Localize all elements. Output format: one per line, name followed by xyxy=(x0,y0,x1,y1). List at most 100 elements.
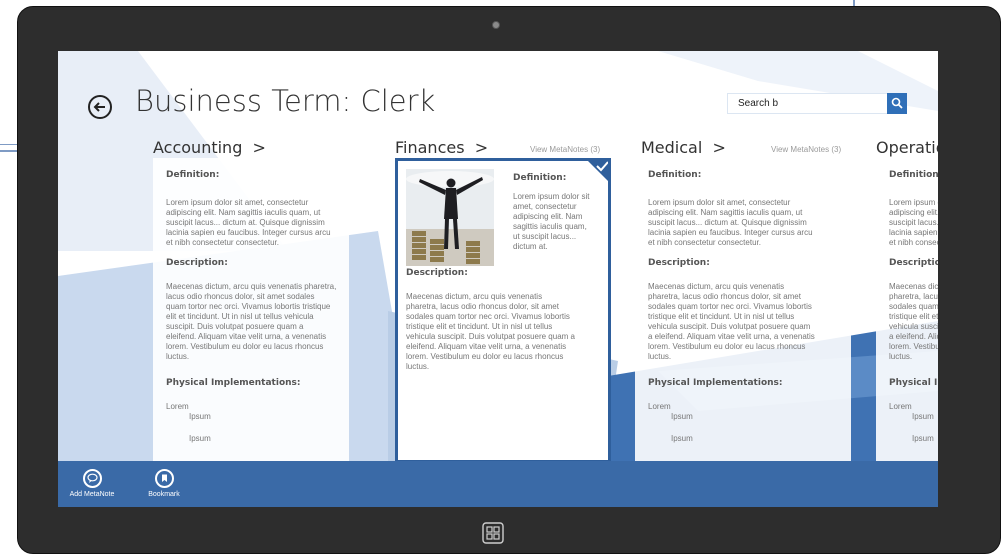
description-line: Maecenas dictum, arcu quis venenatis xyxy=(406,292,543,301)
chevron-right-icon: > xyxy=(252,138,266,157)
description-line: quam tortor nec orci. Vivamus lobortis t… xyxy=(166,302,331,311)
definition-label: Definition: xyxy=(513,173,567,183)
chevron-right-icon: > xyxy=(474,138,489,157)
search-button[interactable] xyxy=(887,93,907,114)
description-line: tristique elit et tincidunt. Ut in nisl … xyxy=(889,312,938,321)
description-line: pharetra, lacus odio rhoncus dolor, sit … xyxy=(889,292,938,301)
description-label: Description: xyxy=(166,258,228,268)
term-card-medical[interactable]: Definition: Lorem ipsum dolor sit amet, … xyxy=(635,158,851,463)
description-line: lorem. Vestibulum eu dolor eu lacus rhon… xyxy=(648,342,806,351)
definition-line: adipiscing elit. Nam sagittis iaculis qu… xyxy=(648,208,803,217)
definition-line: Lorem ipsum dolor sit amet, consectetur xyxy=(889,198,938,207)
view-metanotes-link[interactable]: View MetaNotes (3) xyxy=(771,145,841,154)
description-line: luctus. xyxy=(648,352,672,361)
description-line: suscipit. Duis volutpat posuere quam a xyxy=(166,322,304,331)
implementation-item: Ipsum xyxy=(189,434,211,443)
implementation-item: Ipsum xyxy=(912,434,934,443)
description-line: a eleifend. Aliquam vitae velit urna, a … xyxy=(889,332,938,341)
description-label: Description: xyxy=(406,268,468,278)
view-metanotes-link[interactable]: View MetaNotes (3) xyxy=(530,145,600,154)
term-card-operations[interactable]: Definition: Lorem ipsum dolor sit amet, … xyxy=(876,158,938,463)
bookmark-button[interactable]: Bookmark xyxy=(144,469,184,498)
term-photo xyxy=(406,169,494,266)
implementation-item: Ipsum xyxy=(912,412,934,421)
bookmark-label: Bookmark xyxy=(148,491,180,498)
description-line: pharetra, lacus odio rhoncus dolor, sit … xyxy=(648,292,801,301)
implementation-item: Ipsum xyxy=(671,412,693,421)
physical-implementations-label: Physical Implementations: xyxy=(889,378,938,388)
column-heading-label: Operations xyxy=(876,138,938,157)
camera-icon xyxy=(492,21,500,29)
column-heading-accounting[interactable]: Accounting > xyxy=(153,138,266,157)
back-arrow-icon[interactable] xyxy=(87,94,113,120)
physical-implementations-label: Physical Implementations: xyxy=(648,378,783,388)
definition-line: suscipit lacus... dictum at. Quisque dig… xyxy=(889,218,938,227)
description-label: Description: xyxy=(889,258,938,268)
add-metanote-icon xyxy=(82,469,102,488)
column-heading-label: Accounting xyxy=(153,138,243,157)
definition-line: suscipit lacus... dictum at. Quisque dig… xyxy=(648,218,807,227)
description-line: luctus. xyxy=(406,362,430,371)
description-line: luctus. xyxy=(889,352,913,361)
checkmark-icon xyxy=(588,161,608,181)
definition-line: adipiscing elit. Nam sagittis iaculis qu… xyxy=(166,208,321,217)
app-screen: Business Term: Clerk Search b Accounting… xyxy=(58,51,938,507)
column-heading-label: Finances xyxy=(395,138,465,157)
term-card-finances[interactable]: Definition: Lorem ipsum dolor sit amet, … xyxy=(395,158,611,463)
definition-line: dictum at. xyxy=(513,242,548,251)
definition-line: Lorem ipsum dolor sit amet, consectetur xyxy=(166,198,309,207)
description-line: lorem. Vestibulum eu dolor eu lacus rhon… xyxy=(166,342,324,351)
physical-implementations-label: Physical Implementations: xyxy=(166,378,301,388)
description-line: sodales quam tortor nec orci. Vivamus lo… xyxy=(889,302,938,311)
chevron-right-icon: > xyxy=(712,138,726,157)
description-line: eleifend. Aliquam vitae velit urna, a ve… xyxy=(406,342,567,351)
description-line: Maecenas dictum, arcu quis venenatis pha… xyxy=(166,282,337,291)
description-line: pharetra, lacus odio rhoncus dolor, sit … xyxy=(406,302,559,311)
definition-line: Lorem ipsum dolor sit xyxy=(513,192,590,201)
term-card-accounting[interactable]: Definition: Lorem ipsum dolor sit amet, … xyxy=(153,158,349,463)
description-line: luctus. xyxy=(166,352,190,361)
description-line: eleifend. Aliquam vitae velit urna, a ve… xyxy=(166,332,327,341)
definition-label: Definition: xyxy=(166,170,220,180)
column-heading-medical[interactable]: Medical > xyxy=(641,138,726,157)
definition-line: adipiscing elit. Nam sagittis iaculis qu… xyxy=(889,208,938,217)
column-heading-label: Medical xyxy=(641,138,703,157)
definition-line: lacinia sapien eu faucibus. Integer curs… xyxy=(889,228,938,237)
definition-line: sagittis iaculis quam, xyxy=(513,222,587,231)
description-line: a eleifend. Aliquam vitae velit urna, a … xyxy=(648,332,815,341)
implementation-item: Ipsum xyxy=(671,434,693,443)
windows-logo-icon[interactable] xyxy=(482,522,504,544)
definition-line: lacinia sapien eu faucibus. Integer curs… xyxy=(166,228,331,237)
description-line: sodales quam tortor nec orci. Vivamus lo… xyxy=(648,302,812,311)
definition-line: amet, consectetur xyxy=(513,202,577,211)
add-metanote-label: Add MetaNote xyxy=(69,491,115,498)
definition-line: et nibh consectetur consectetur. xyxy=(889,238,938,247)
description-line: tristique elit et tincidunt. Ut in nisl … xyxy=(648,312,795,321)
description-line: Maecenas dictum, arcu quis venenatis xyxy=(889,282,938,291)
bookmark-icon xyxy=(154,469,174,488)
add-metanote-button[interactable]: Add MetaNote xyxy=(67,469,117,498)
description-line: vehicula suscipit. Duis volutpat posuere… xyxy=(648,322,811,331)
app-bar: Add MetaNote Bookmark xyxy=(58,461,938,507)
definition-label: Definition: xyxy=(648,170,702,180)
description-line: tristique elit et tincidunt. Ut in nisl … xyxy=(406,322,553,331)
column-heading-finances[interactable]: Finances > xyxy=(395,138,488,157)
implementation-root: Lorem xyxy=(889,402,912,411)
definition-line: suscipit lacus... dictum at. Quisque dig… xyxy=(166,218,325,227)
definition-line: ut suscipit lacus... xyxy=(513,232,577,241)
definition-line: Lorem ipsum dolor sit amet, consectetur xyxy=(648,198,791,207)
description-line: sodales quam tortor nec orci. Vivamus lo… xyxy=(406,312,570,321)
description-line: elit et tincidunt. Ut in nisl ut tellus … xyxy=(166,312,314,321)
description-label: Description: xyxy=(648,258,710,268)
definition-line: lacinia sapien eu faucibus. Integer curs… xyxy=(648,228,813,237)
implementation-root: Lorem xyxy=(166,402,189,411)
column-heading-operations[interactable]: Operations xyxy=(876,138,938,157)
implementation-item: Ipsum xyxy=(189,412,211,421)
search-input[interactable]: Search b xyxy=(727,93,888,114)
search-icon xyxy=(891,97,903,109)
definition-line: et nibh consectetur consectetur. xyxy=(648,238,761,247)
implementation-root: Lorem xyxy=(648,402,671,411)
description-line: lorem. Vestibulum eu dolor eu lacus rhon… xyxy=(406,352,564,361)
description-line: vehicula suscipit. Duis volutpat posuere… xyxy=(406,332,575,341)
page-title: Business Term: Clerk xyxy=(135,84,436,118)
